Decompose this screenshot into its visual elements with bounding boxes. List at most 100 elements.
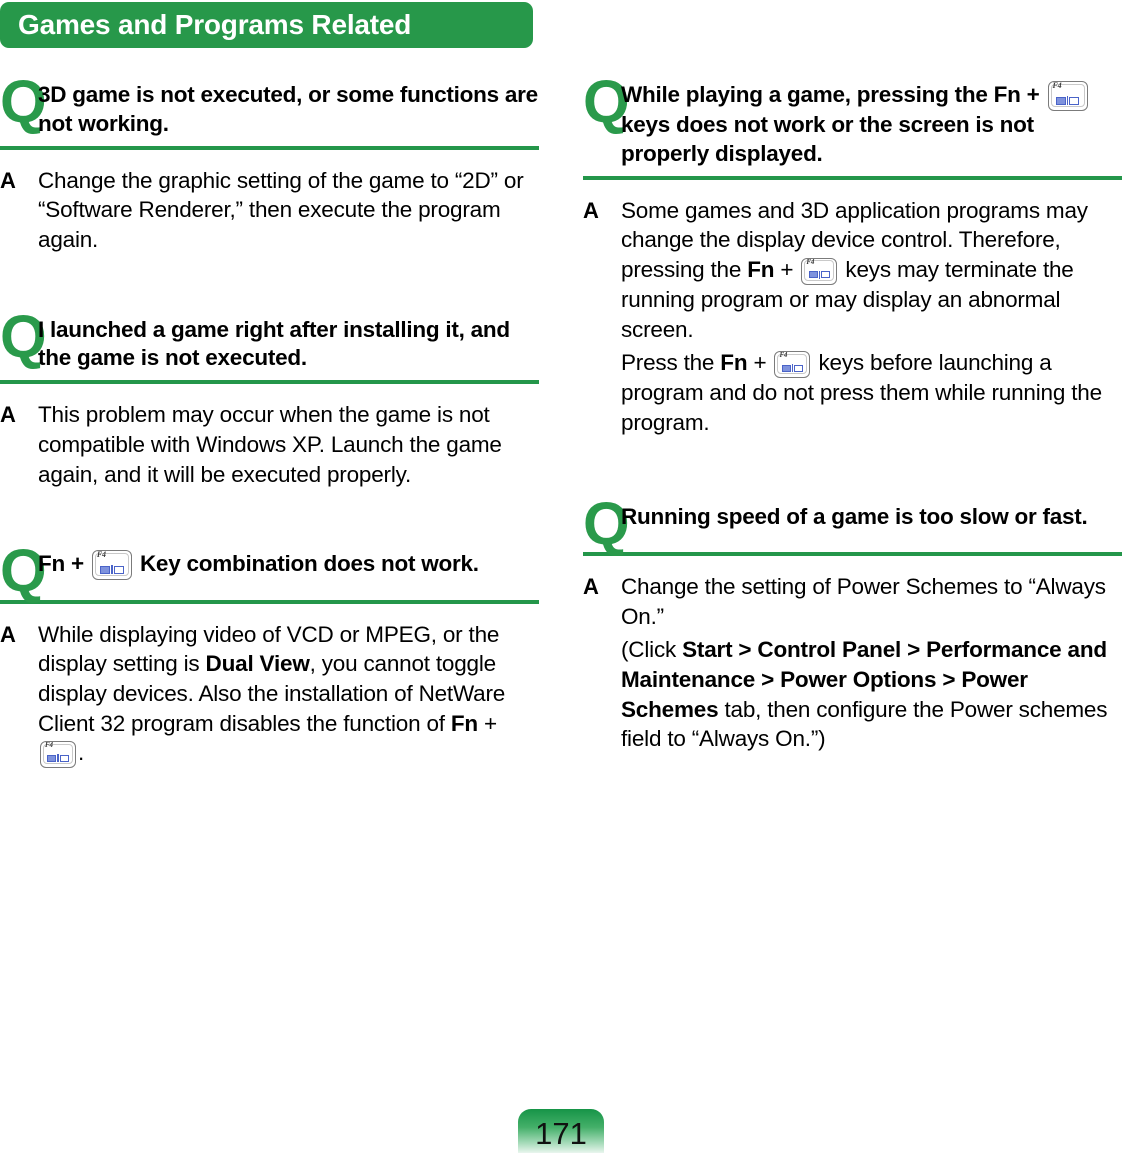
monitor-outline-icon xyxy=(59,754,69,762)
monitor-separator xyxy=(791,364,794,373)
question-text: While playing a game, pressing the Fn + … xyxy=(621,78,1122,169)
answer-paragraph: Some games and 3D application programs m… xyxy=(621,196,1122,345)
plus-sign: + xyxy=(747,350,773,376)
key-f4-label: F4 xyxy=(779,351,788,360)
answer-marker: A xyxy=(0,621,16,647)
answer-paragraph: Change the setting of Power Schemes to “… xyxy=(621,573,1106,629)
question-text: Running speed of a game is too slow or f… xyxy=(621,503,1088,529)
plus-sign: + xyxy=(71,551,84,577)
key-f4-label: F4 xyxy=(96,550,106,560)
page-title: Games and Programs Related xyxy=(18,9,412,40)
answer-text: Change the setting of Power Schemes to “… xyxy=(621,572,1122,754)
dual-monitor-glyph xyxy=(802,270,836,279)
qa-divider xyxy=(583,175,1122,180)
question-tail: Key combination does not work. xyxy=(139,551,479,577)
fn-key-label: Fn xyxy=(38,551,65,577)
display-toggle-key-icon: F4 xyxy=(774,351,811,379)
monitor-filled-icon xyxy=(1055,96,1066,105)
qa-divider xyxy=(0,380,539,385)
dual-monitor-glyph xyxy=(1049,96,1087,105)
qa-divider xyxy=(0,599,539,604)
answer-text: Change the graphic setting of the game t… xyxy=(38,166,539,255)
question-marker: Q xyxy=(0,537,47,605)
question-row: Q While playing a game, pressing the Fn … xyxy=(583,68,1122,169)
question-row: Q Fn + F4 Key combination does not work. xyxy=(0,537,539,605)
dual-view-emphasis: Dual View xyxy=(205,651,310,677)
qa-block-left-3: Q Fn + F4 Key combination does not work.… xyxy=(0,537,539,769)
question-text: Fn + F4 Key combination does not work. xyxy=(38,547,539,581)
answer-row: A This problem may occur when the game i… xyxy=(0,400,539,489)
dual-monitor-glyph xyxy=(775,364,809,373)
answer-paragraph: Change the graphic setting of the game t… xyxy=(38,167,524,252)
qa-block-right-1: Q While playing a game, pressing the Fn … xyxy=(583,68,1122,438)
question-marker: Q xyxy=(583,68,630,135)
answer-segment: . xyxy=(78,740,85,766)
monitor-separator xyxy=(1066,96,1069,105)
question-marker: Q xyxy=(0,68,47,135)
monitor-filled-icon xyxy=(47,754,57,762)
display-toggle-key-icon: F4 xyxy=(1047,81,1088,111)
qa-block-left-2: Q I launched a game right after installi… xyxy=(0,302,539,490)
fn-key-label: Fn xyxy=(747,256,775,282)
monitor-separator xyxy=(57,754,59,763)
display-toggle-key-icon: F4 xyxy=(91,550,132,581)
fn-key-label: Fn xyxy=(720,350,748,376)
monitor-outline-icon xyxy=(113,565,124,574)
key-f4-label: F4 xyxy=(806,257,815,266)
answer-text: This problem may occur when the game is … xyxy=(38,400,539,489)
question-lead: While playing a game, pressing the xyxy=(621,82,994,107)
answer-paragraph: This problem may occur when the game is … xyxy=(38,402,502,487)
qa-divider xyxy=(583,551,1122,556)
question-marker: Q xyxy=(583,489,630,557)
answer-marker: A xyxy=(0,402,16,428)
fn-key-label: Fn xyxy=(450,710,478,736)
answer-paragraph: Press the Fn + F4 keys before launching … xyxy=(621,348,1122,437)
question-marker: Q xyxy=(0,302,47,370)
fn-key-label: Fn xyxy=(993,82,1021,107)
content-columns: Q 3D game is not executed, or some funct… xyxy=(0,68,1122,769)
display-toggle-key-icon: F4 xyxy=(801,257,838,285)
qa-block-right-2: Q Running speed of a game is too slow or… xyxy=(583,489,1122,754)
answer-paragraph: While displaying video of VCD or MPEG, o… xyxy=(38,620,539,769)
answer-marker: A xyxy=(583,197,599,223)
left-column: Q 3D game is not executed, or some funct… xyxy=(0,68,539,769)
monitor-separator xyxy=(111,565,113,575)
page-number-tab: 171 xyxy=(518,1109,604,1153)
answer-segment: (Click xyxy=(621,637,683,663)
question-row: Q Running speed of a game is too slow or… xyxy=(583,489,1122,557)
right-column: Q While playing a game, pressing the Fn … xyxy=(583,68,1122,768)
qa-divider xyxy=(0,145,539,150)
dual-monitor-glyph xyxy=(41,754,75,763)
monitor-outline-icon xyxy=(794,364,804,372)
monitor-outline-icon xyxy=(821,271,831,279)
key-f4-label: F4 xyxy=(45,741,53,750)
answer-segment: Press the xyxy=(621,350,721,376)
question-row: Q I launched a game right after installi… xyxy=(0,302,539,374)
answer-row: A Some games and 3D application programs… xyxy=(583,196,1122,438)
question-text: 3D game is not executed, or some functio… xyxy=(38,82,538,136)
section-banner: Games and Programs Related xyxy=(0,2,533,48)
answer-text: Some games and 3D application programs m… xyxy=(621,196,1122,438)
question-text: I launched a game right after installing… xyxy=(38,316,510,371)
key-f4-label: F4 xyxy=(1052,81,1062,90)
monitor-outline-icon xyxy=(1069,96,1080,105)
answer-row: A While displaying video of VCD or MPEG,… xyxy=(0,620,539,769)
dual-monitor-glyph xyxy=(93,565,131,575)
display-toggle-key-icon: F4 xyxy=(40,741,76,769)
answer-text: While displaying video of VCD or MPEG, o… xyxy=(38,620,539,769)
monitor-filled-icon xyxy=(100,565,111,574)
monitor-separator xyxy=(818,270,821,279)
plus-sign: + xyxy=(774,256,800,282)
monitor-filled-icon xyxy=(781,364,791,372)
question-tail: keys does not work or the screen is not … xyxy=(621,112,1034,166)
answer-marker: A xyxy=(583,573,599,599)
answer-marker: A xyxy=(0,167,16,193)
qa-block-left-1: Q 3D game is not executed, or some funct… xyxy=(0,68,539,255)
answer-paragraph: (Click Start > Control Panel > Performan… xyxy=(621,635,1122,754)
plus-sign: + xyxy=(477,710,497,736)
page-number: 171 xyxy=(535,1116,587,1151)
plus-sign: + xyxy=(1020,82,1046,107)
